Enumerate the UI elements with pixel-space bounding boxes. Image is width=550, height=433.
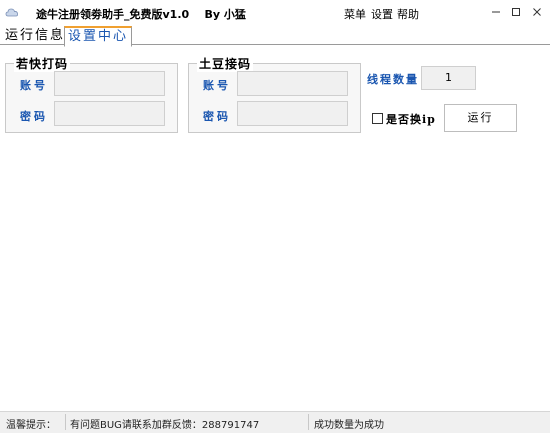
author-label: By 小猛: [204, 8, 246, 21]
account-label: 账号: [203, 79, 231, 92]
status-separator: [65, 414, 66, 430]
maximize-icon: [512, 8, 520, 16]
menu-main[interactable]: 菜单: [344, 6, 366, 22]
account-input[interactable]: [54, 71, 165, 96]
minimize-icon: [492, 11, 500, 13]
password-label: 密码: [203, 110, 231, 123]
app-title: 途牛注册领劵助手_免费版v1.0: [36, 8, 190, 21]
menu-settings[interactable]: 设置: [371, 6, 393, 22]
account-label: 账号: [20, 79, 48, 92]
settings-panel: 若快打码 账号 密码 土豆接码 账号 密码: [0, 45, 550, 411]
password-input[interactable]: [54, 101, 165, 126]
switch-ip-checkbox[interactable]: [372, 113, 383, 124]
app-cloud-icon: [5, 8, 18, 17]
password-label: 密码: [20, 110, 48, 123]
tab-settings-center[interactable]: 设置中心: [64, 26, 133, 47]
account-input[interactable]: [237, 71, 348, 96]
title-bar: 途牛注册领劵助手_免费版v1.0 By 小猛 菜单 设置 帮助: [0, 0, 550, 26]
window-title: 途牛注册领劵助手_免费版v1.0 By 小猛: [36, 6, 246, 22]
maximize-button[interactable]: [505, 2, 527, 22]
status-separator: [308, 414, 309, 430]
status-tip-label: 温馨提示：: [6, 420, 56, 431]
minimize-button[interactable]: [485, 2, 507, 22]
status-bar: 温馨提示： 有问题BUG请联系加群反馈：288791747 成功数量为成功: [0, 411, 550, 433]
close-button[interactable]: [526, 2, 548, 22]
success-count: 成功数量为成功: [314, 420, 384, 431]
tab-run-info[interactable]: 运行信息: [2, 28, 68, 44]
password-input[interactable]: [237, 101, 348, 126]
close-icon: [533, 8, 541, 16]
captcha-group-ruokuai: 若快打码 账号 密码: [5, 55, 178, 133]
run-button[interactable]: 运行: [444, 104, 517, 132]
group-title: 土豆接码: [197, 55, 254, 72]
captcha-group-tudou: 土豆接码 账号 密码: [188, 55, 361, 133]
switch-ip-label[interactable]: 是否换ip: [386, 111, 436, 127]
group-title: 若快打码: [14, 55, 71, 72]
menu-help[interactable]: 帮助: [397, 6, 419, 22]
thread-count-input[interactable]: 1: [421, 66, 476, 90]
thread-count-label: 线程数量: [367, 73, 419, 86]
status-message: 有问题BUG请联系加群反馈：288791747: [70, 420, 260, 431]
